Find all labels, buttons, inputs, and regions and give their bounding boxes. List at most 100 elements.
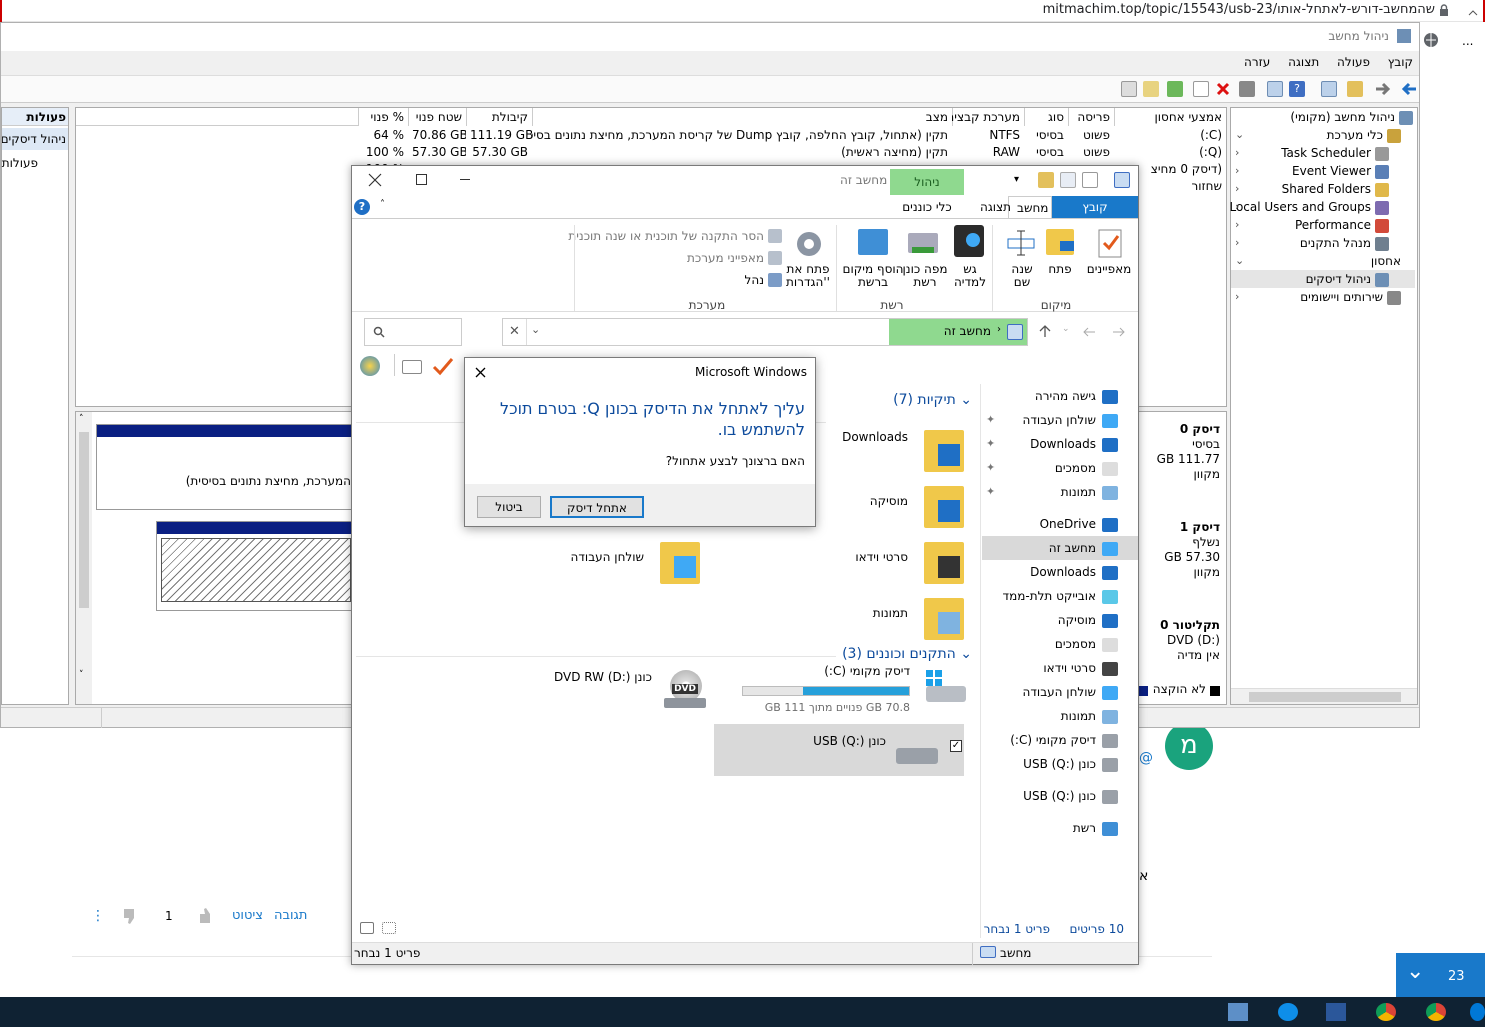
recent-dropdown-icon[interactable]: ⌄ (1062, 324, 1070, 334)
disk-map-scrollbar[interactable]: ˄ ˅ (76, 412, 92, 704)
details-view-icon[interactable] (360, 922, 374, 934)
up-folder-icon[interactable] (1347, 81, 1363, 97)
tree-item[interactable]: אחסון ⌄ (1231, 252, 1415, 270)
ribbon-rename[interactable]: שנה שם (1002, 263, 1042, 289)
column-header[interactable]: % פנוי (358, 108, 408, 126)
ribbon-add-location[interactable]: הוסף מיקום ברשת (842, 263, 904, 289)
delete-icon[interactable] (1215, 81, 1231, 97)
nav-item[interactable]: OneDrive (982, 512, 1138, 536)
qat-dropdown-icon[interactable]: ▾ (1014, 174, 1019, 185)
folder-item[interactable]: תמונות (784, 598, 964, 644)
checkmark-icon[interactable] (432, 356, 454, 376)
up-icon[interactable] (1038, 324, 1052, 338)
clear-address-icon[interactable]: ✕ (503, 319, 527, 345)
folders-header[interactable]: ⌄ תיקיות (7) (893, 392, 972, 408)
tree-item[interactable]: Performance ‹ (1231, 216, 1415, 234)
menu-action[interactable]: פעולה (1337, 55, 1370, 69)
table-row[interactable]: (C:) פשוט בסיסי NTFS תקין (אתחול, קובץ החלפה… (76, 127, 1226, 144)
collapse-ribbon-icon[interactable]: ˄ (380, 199, 385, 210)
disk-label[interactable]: תקליטור 0 DVD (D:) אין מדיה (1134, 618, 1226, 678)
expand-chevron-icon[interactable]: ‹ (1235, 162, 1239, 180)
tab-view[interactable]: תצוגה (972, 196, 1016, 218)
column-header[interactable]: שטח פנוי (408, 108, 466, 126)
nav-item[interactable]: מוסיקה (982, 608, 1138, 632)
table-row[interactable]: (Q:) פשוט בסיסי RAW תקין (מחיצה ראשית) 57.30 … (76, 144, 1226, 161)
nav-item[interactable]: גישה מהירה (982, 384, 1138, 408)
tree-item[interactable]: Task Scheduler ‹ (1231, 144, 1415, 162)
expand-chevron-icon[interactable]: ‹ (1235, 288, 1239, 306)
expand-chevron-icon[interactable]: ‹ (1235, 144, 1239, 162)
scroll-to-bottom-button[interactable]: ⌄ 23 (1396, 953, 1485, 997)
ribbon-uninstall[interactable]: הסר התקנה של תוכנית או שנה תוכנית (568, 229, 764, 243)
export-icon[interactable] (1121, 81, 1137, 97)
expand-chevron-icon[interactable]: ⌄ (1235, 126, 1244, 144)
expand-chevron-icon[interactable]: ‹ (1235, 198, 1239, 216)
minimize-icon[interactable] (460, 179, 470, 180)
ribbon-manage[interactable]: נהל (745, 273, 764, 287)
nav-item[interactable]: אובייקט תלת-ממד (982, 584, 1138, 608)
refresh-icon[interactable] (1167, 81, 1183, 97)
tree-item[interactable]: כלי מערכת ⌄ (1231, 126, 1415, 144)
nav-item[interactable]: שולחן העבודה (982, 680, 1138, 704)
pin-icon[interactable]: ✦ (986, 432, 995, 456)
tree-item[interactable]: Event Viewer ‹ (1231, 162, 1415, 180)
expand-chevron-icon[interactable]: ‹ (1235, 180, 1239, 198)
ribbon-properties[interactable]: מאפיינים (1080, 263, 1138, 276)
shell-icon[interactable] (360, 356, 380, 376)
tab-drive-tools[interactable]: כלי כוננים (890, 196, 964, 218)
expand-chevron-icon[interactable]: ‹ (1235, 216, 1239, 234)
disk-label[interactable]: דיסק 1 נשלף 57.30 GB מקוון (1134, 520, 1226, 618)
nav-item[interactable]: כונן USB (Q:) (982, 784, 1138, 808)
disk-label[interactable]: דיסק 0 בסיסי 111.77 GB מקוון (1134, 422, 1226, 520)
properties-icon[interactable] (1193, 81, 1209, 97)
pin-icon[interactable]: ✦ (986, 480, 995, 504)
search-box[interactable] (364, 318, 462, 346)
column-header[interactable]: אמצעי אחסון (1114, 108, 1226, 126)
pin-icon[interactable]: ✦ (986, 456, 995, 480)
back-nav-icon[interactable] (1082, 326, 1096, 338)
address-dropdown-icon[interactable]: ⌄ (531, 323, 540, 336)
nav-item[interactable]: Downloads (982, 560, 1138, 584)
browser-ellipsis[interactable]: ... (1462, 34, 1473, 48)
ribbon-map-drive[interactable]: מפה כונן רשת (902, 263, 948, 289)
address-bar[interactable]: › מחשב זה ✕ ⌄ (502, 318, 1028, 346)
pin-icon[interactable]: ✦ (986, 408, 995, 432)
tree-item[interactable]: Local Users and Groups ‹ (1229, 198, 1415, 216)
drive-c-item[interactable]: דיסק מקומי (C:) 70.8 GB פנויים מתוך 111 … (718, 664, 968, 720)
selection-checkbox[interactable]: ✓ (950, 740, 962, 752)
nav-item[interactable]: מסמכים ✦ (982, 456, 1138, 480)
reply-link[interactable]: תגובה (274, 908, 307, 923)
nav-item[interactable]: שולחן העבודה ✦ (982, 408, 1138, 432)
column-header[interactable]: קיבולת (466, 108, 532, 126)
tiles-view-icon[interactable] (382, 922, 396, 934)
action-disk-management[interactable]: ניהול דיסקים (2, 128, 68, 150)
column-header[interactable]: מצב (532, 108, 952, 126)
connect-icon[interactable] (1239, 81, 1255, 97)
drive-d-item[interactable]: DVD כונן DVD RW (D:) (536, 664, 706, 720)
help-icon[interactable]: ? (354, 199, 370, 215)
tree-horizontal-scrollbar[interactable] (1231, 688, 1417, 704)
ribbon-system-properties[interactable]: מאפייני מערכת (687, 251, 764, 265)
nav-item[interactable]: Downloads ✦ (982, 432, 1138, 456)
menu-view[interactable]: תצוגה (1288, 55, 1319, 69)
nav-item[interactable]: מחשב זה (982, 536, 1138, 560)
quote-link[interactable]: ציטוט (232, 908, 263, 923)
folder-item[interactable]: שולחן העבודה (520, 542, 700, 588)
teamviewer-icon[interactable] (1278, 1003, 1298, 1021)
drive-q-item[interactable]: ✓ כונן USB (Q:) (714, 724, 964, 776)
folder-item[interactable]: סרטי וידאו (784, 542, 964, 588)
new-folder-qat-icon[interactable] (1060, 172, 1076, 188)
show-hide-tree-icon[interactable] (1321, 81, 1337, 97)
url-bar[interactable]: mitmachim.top/topic/15543/usb-23/שהמחשב-… (1043, 2, 1435, 17)
avatar[interactable]: מ (1165, 722, 1213, 770)
tree-item[interactable]: שירותים ויישומים ‹ (1231, 288, 1415, 306)
nav-item[interactable]: מסמכים (982, 632, 1138, 656)
partition-q-block[interactable] (156, 521, 356, 611)
tab-file[interactable]: קובץ (1052, 196, 1138, 218)
computer-management-task-icon[interactable] (1228, 1003, 1248, 1021)
tree-item[interactable]: Shared Folders ‹ (1231, 180, 1415, 198)
tree-item[interactable]: מנהל התקנים ‹ (1231, 234, 1415, 252)
expand-chevron-icon[interactable]: ‹ (1235, 234, 1239, 252)
back-icon[interactable] (1399, 81, 1417, 97)
chrome-icon[interactable] (1376, 1003, 1396, 1021)
